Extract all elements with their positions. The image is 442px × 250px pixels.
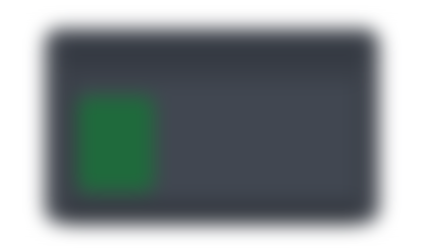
app-window bbox=[58, 38, 368, 214]
window-bottom-shadow bbox=[62, 206, 362, 226]
blurred-ui-screenshot bbox=[0, 0, 442, 250]
window-title bbox=[0, 0, 1, 1]
status-text bbox=[0, 0, 1, 1]
window-titlebar bbox=[58, 38, 368, 64]
green-accent-panel[interactable] bbox=[78, 96, 154, 192]
